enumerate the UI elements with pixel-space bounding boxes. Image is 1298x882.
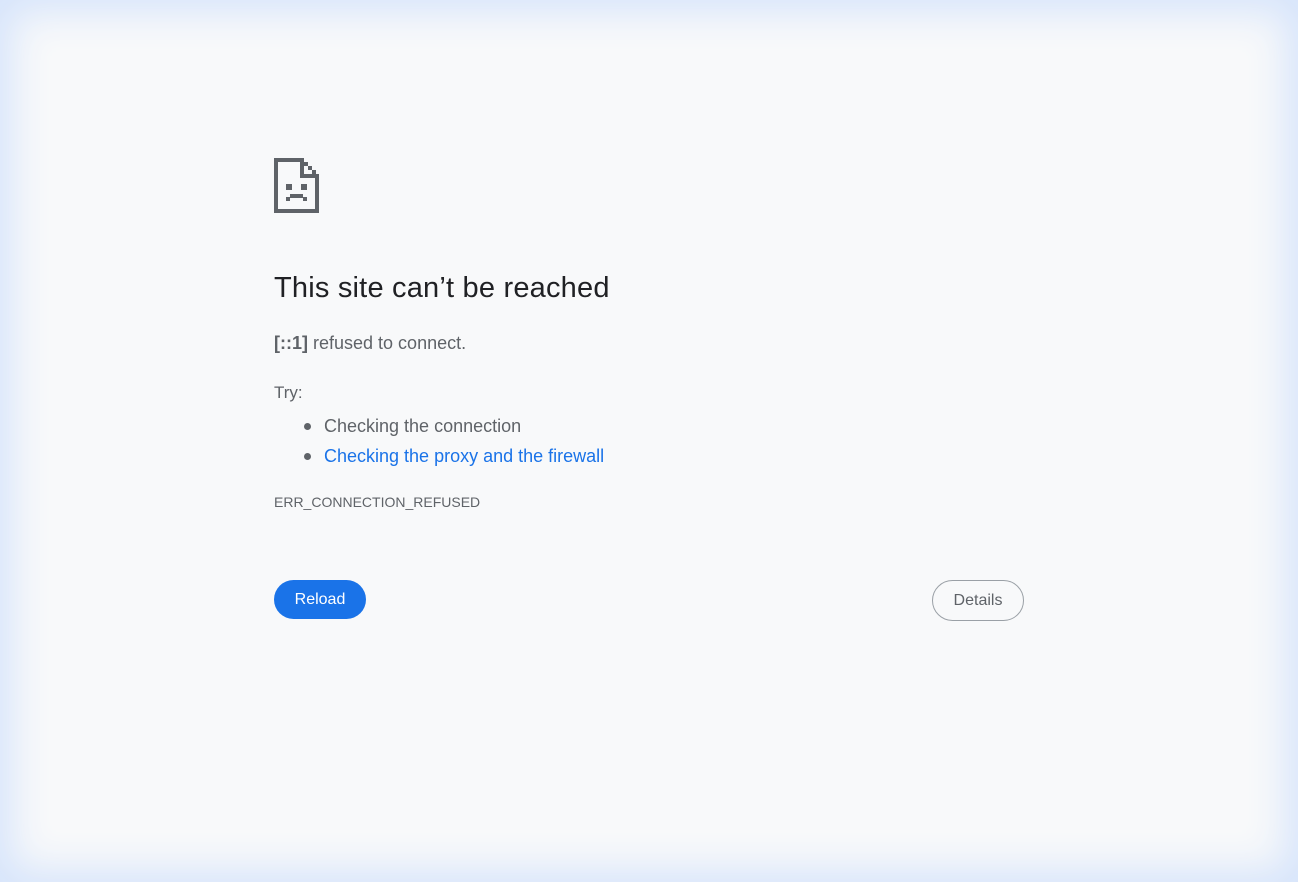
summary-text: refused to connect.: [308, 333, 467, 353]
suggestion-check-connection: Checking the connection: [324, 416, 522, 436]
error-summary: [::1] refused to connect.: [274, 333, 466, 354]
suggestion-item: Checking the proxy and the firewall: [274, 441, 604, 471]
suggestions-list: Checking the connection Checking the pro…: [274, 411, 604, 471]
try-label: Try:: [274, 383, 303, 402]
page-title: This site can’t be reached: [274, 272, 610, 304]
details-button[interactable]: Details: [932, 580, 1024, 621]
suggestion-item: Checking the connection: [274, 411, 604, 441]
host-address: [::1]: [274, 333, 308, 353]
proxy-firewall-link[interactable]: Checking the proxy and the firewall: [324, 446, 604, 466]
reload-button[interactable]: Reload: [274, 580, 366, 619]
sad-page-icon: [274, 158, 319, 213]
window-frame: [0, 0, 1298, 882]
error-code: ERR_CONNECTION_REFUSED: [274, 494, 481, 510]
error-content: This site can’t be reached [::1] refused…: [274, 158, 1024, 621]
